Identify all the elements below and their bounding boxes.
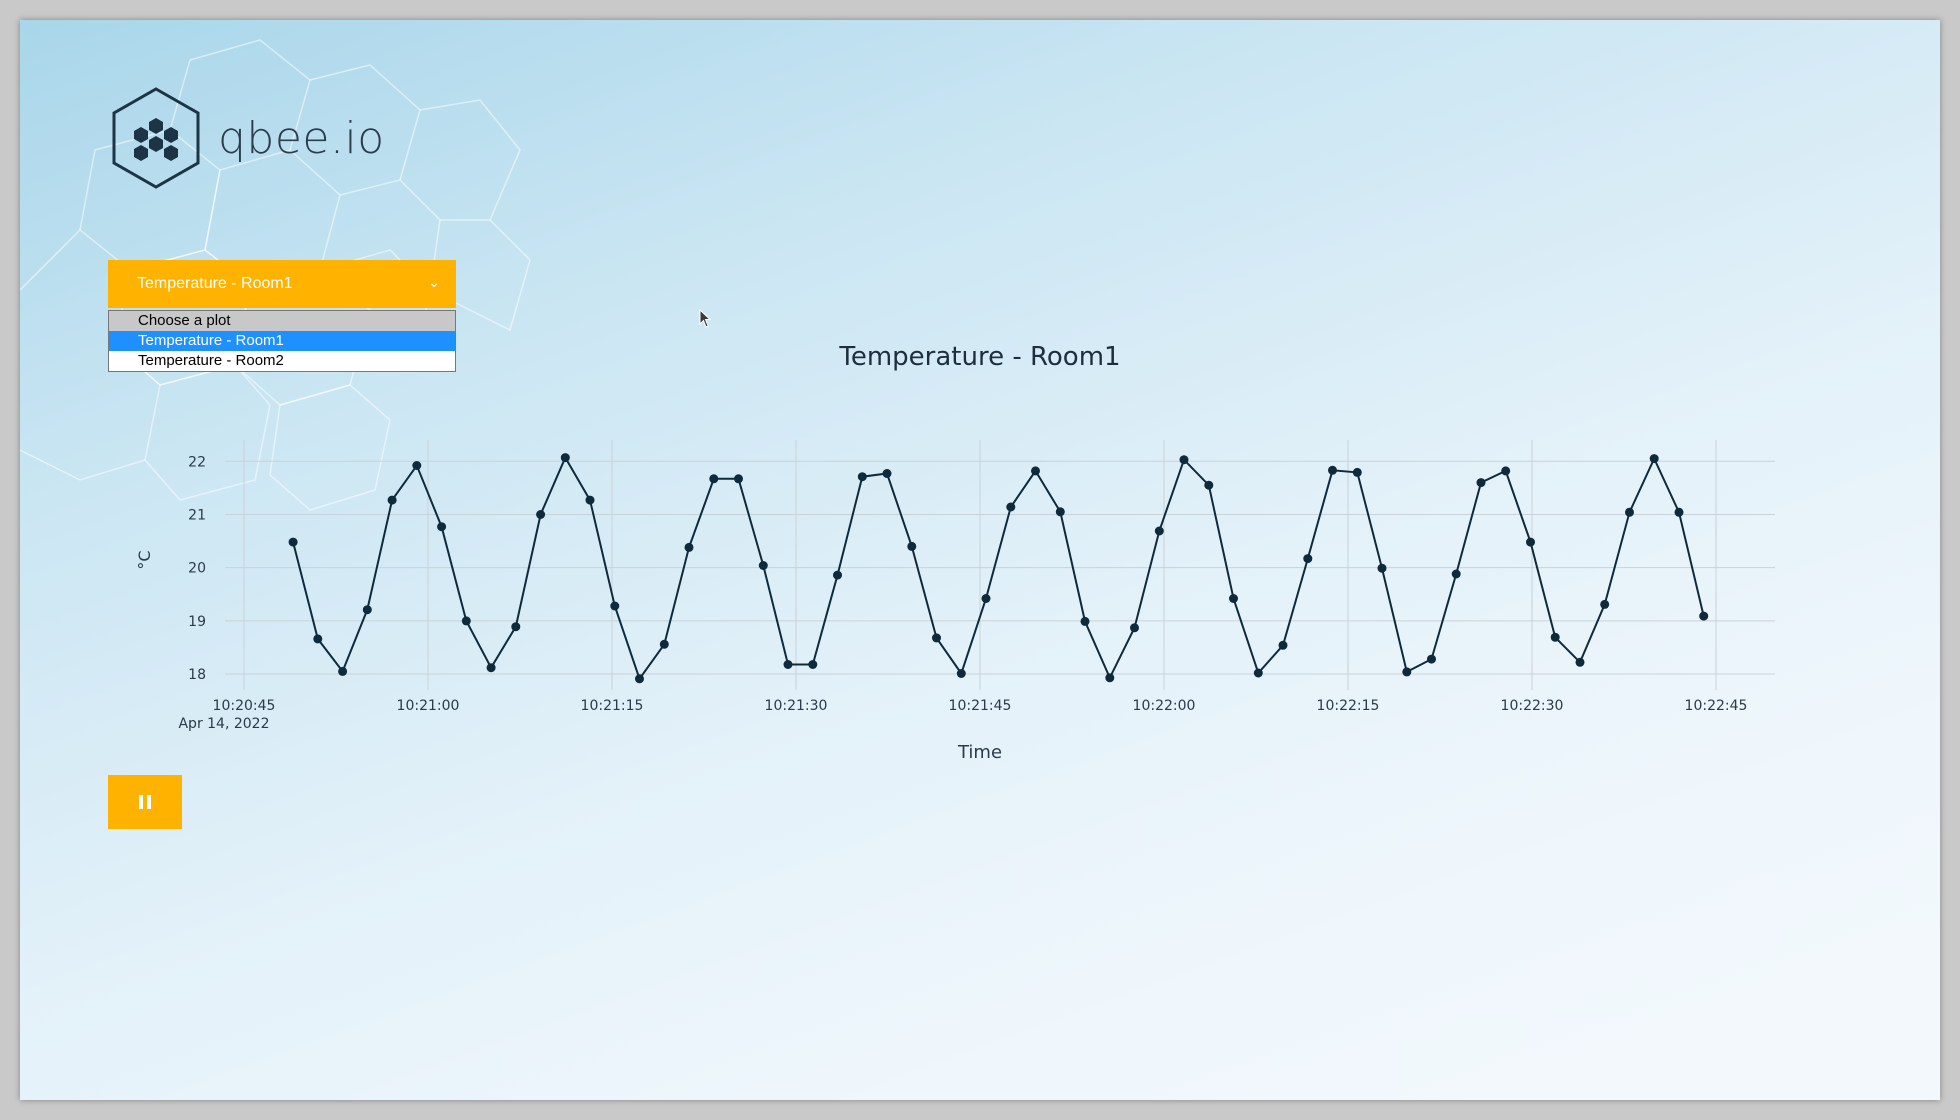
data-point[interactable]	[808, 660, 818, 669]
data-point[interactable]	[1055, 507, 1065, 517]
data-point[interactable]	[1080, 616, 1090, 626]
data-point[interactable]	[1625, 507, 1634, 517]
data-point[interactable]	[585, 495, 595, 505]
x-tick-labels: 10:20:45 10:21:00 10:21:15 10:21:30 10:21:45…	[213, 698, 1748, 714]
data-point[interactable]	[1253, 668, 1263, 678]
data-point[interactable]	[610, 601, 620, 611]
data-point[interactable]	[981, 594, 991, 603]
data-point[interactable]	[1303, 554, 1313, 564]
data-point[interactable]	[1575, 657, 1585, 667]
data-point[interactable]	[511, 622, 521, 632]
data-point[interactable]	[1105, 673, 1115, 683]
data-point[interactable]	[412, 461, 422, 470]
x-tick-label: 10:21:15	[581, 698, 644, 714]
data-point[interactable]	[486, 663, 496, 673]
data-point[interactable]	[734, 474, 743, 484]
data-point[interactable]	[288, 537, 298, 547]
y-tick-label: 21	[188, 507, 206, 523]
data-point[interactable]	[1130, 623, 1139, 633]
x-tick-label: 10:22:15	[1317, 698, 1380, 714]
data-point[interactable]	[635, 674, 644, 684]
data-point[interactable]	[1006, 502, 1016, 512]
data-point[interactable]	[1402, 667, 1412, 677]
data-point[interactable]	[709, 474, 719, 484]
data-point[interactable]	[1501, 466, 1511, 476]
data-point[interactable]	[833, 570, 842, 580]
data-point[interactable]	[1031, 466, 1040, 476]
app-window: qbee.io Temperature - Room1 ⌄ Choose a p…	[20, 20, 1940, 1100]
data-point[interactable]	[684, 542, 694, 552]
temperature-chart: Temperature - Room1 °C Time Apr 14, 2022…	[135, 342, 1775, 763]
data-point[interactable]	[1278, 640, 1288, 650]
y-tick-label: 20	[188, 561, 206, 577]
data-point[interactable]	[437, 522, 447, 532]
x-tick-label: 10:22:30	[1501, 698, 1564, 714]
data-point[interactable]	[1204, 480, 1214, 490]
y-tick-label: 18	[188, 667, 206, 683]
y-tick-label: 22	[188, 454, 206, 470]
pause-icon	[139, 795, 143, 809]
data-point[interactable]	[758, 561, 768, 570]
data-point[interactable]	[882, 469, 892, 478]
x-tick-label: 10:21:30	[765, 698, 828, 714]
data-point[interactable]	[1674, 507, 1684, 517]
x-axis-date-label: Apr 14, 2022	[178, 716, 269, 732]
data-point[interactable]	[907, 541, 917, 551]
data-point[interactable]	[1649, 454, 1659, 464]
data-point[interactable]	[1328, 465, 1337, 475]
x-tick-label: 10:21:00	[397, 698, 460, 714]
data-point[interactable]	[1179, 455, 1189, 465]
data-point[interactable]	[1699, 611, 1709, 621]
x-tick-label: 10:22:00	[1133, 698, 1196, 714]
data-point[interactable]	[932, 633, 941, 643]
y-tick-labels: 18 19 20 21 22	[188, 454, 206, 683]
x-tick-label: 10:22:45	[1685, 698, 1748, 714]
data-point[interactable]	[1377, 563, 1387, 573]
chart-grid	[225, 440, 1775, 690]
data-point[interactable]	[1229, 594, 1238, 603]
temperature-series-line	[292, 455, 1705, 681]
data-point[interactable]	[1476, 478, 1486, 488]
data-point[interactable]	[1352, 467, 1362, 477]
data-point[interactable]	[1526, 537, 1535, 547]
data-point[interactable]	[338, 666, 348, 676]
x-tick-label: 10:20:45	[213, 698, 276, 714]
y-axis-label: °C	[135, 550, 154, 569]
data-point[interactable]	[536, 510, 546, 519]
data-point[interactable]	[387, 495, 397, 505]
pause-button[interactable]	[108, 775, 182, 829]
data-point[interactable]	[783, 660, 793, 669]
y-tick-label: 19	[188, 614, 206, 630]
x-axis-label: Time	[957, 742, 1002, 763]
data-point[interactable]	[362, 605, 372, 615]
mouse-cursor-icon	[699, 309, 712, 328]
data-point[interactable]	[313, 634, 323, 644]
x-tick-label: 10:21:45	[949, 698, 1012, 714]
data-point[interactable]	[857, 472, 867, 482]
data-point[interactable]	[1154, 526, 1164, 536]
data-point[interactable]	[956, 669, 966, 678]
data-point[interactable]	[1451, 569, 1461, 579]
data-point[interactable]	[1427, 654, 1436, 664]
data-point[interactable]	[560, 453, 570, 463]
chart-title: Temperature - Room1	[838, 342, 1120, 372]
data-point[interactable]	[461, 616, 471, 626]
data-point[interactable]	[659, 639, 669, 649]
data-point[interactable]	[1550, 632, 1560, 642]
data-point[interactable]	[1600, 599, 1610, 609]
